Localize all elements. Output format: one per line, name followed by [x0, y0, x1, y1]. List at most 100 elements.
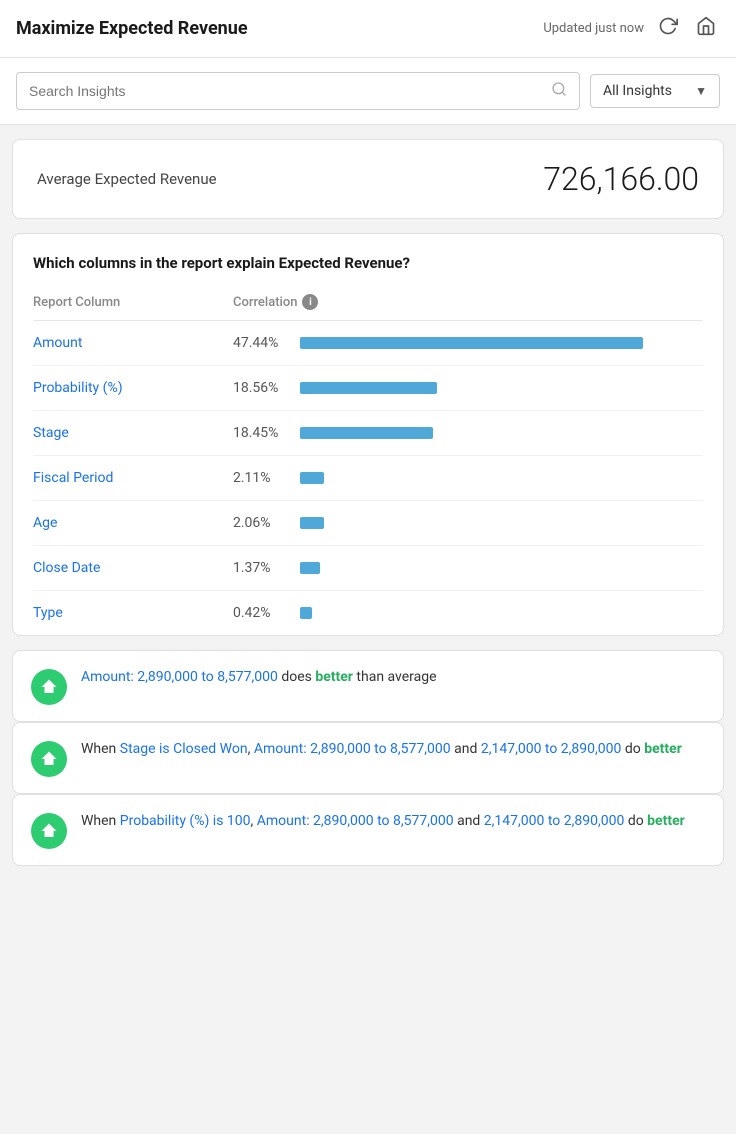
bar-container — [300, 517, 703, 529]
bar-fill — [300, 427, 433, 439]
correlation-content: Which columns in the report explain Expe… — [13, 234, 723, 635]
avg-revenue-value: 726,166.00 — [543, 160, 699, 198]
avg-revenue-content: Average Expected Revenue 726,166.00 — [13, 140, 723, 218]
correlation-rows: Amount47.44%Probability (%)18.56%Stage18… — [33, 321, 703, 635]
insight-plain-text: When — [81, 813, 120, 829]
insight-card: When Probability (%) is 100, Amount: 2,8… — [12, 794, 724, 866]
info-icon[interactable]: i — [302, 294, 318, 310]
row-percent: 2.06% — [233, 515, 288, 531]
insight-better: better — [315, 669, 353, 685]
bar-fill — [300, 562, 320, 574]
row-percent: 2.11% — [233, 470, 288, 486]
table-row: Probability (%)18.56% — [33, 366, 703, 411]
chevron-down-icon: ▼ — [695, 84, 707, 98]
insight-link[interactable]: 2,147,000 to 2,890,000 — [481, 741, 622, 757]
search-input[interactable] — [29, 83, 543, 99]
correlation-title: Which columns in the report explain Expe… — [33, 254, 703, 272]
filter-label: All Insights — [603, 83, 672, 99]
insight-link[interactable]: Amount: 2,890,000 to 8,577,000 — [81, 669, 278, 685]
insight-text: Amount: 2,890,000 to 8,577,000 does bett… — [81, 667, 437, 688]
insight-link[interactable]: Stage is Closed Won — [120, 741, 248, 757]
insight-card: Amount: 2,890,000 to 8,577,000 does bett… — [12, 650, 724, 722]
filter-dropdown[interactable]: All Insights ▼ — [590, 74, 720, 108]
arrow-up-icon — [40, 678, 58, 696]
row-name[interactable]: Age — [33, 515, 233, 531]
bar-container — [300, 472, 703, 484]
refresh-button[interactable] — [654, 14, 682, 43]
main-content: Average Expected Revenue 726,166.00 Whic… — [0, 125, 736, 880]
search-area: All Insights ▼ — [0, 58, 736, 125]
correlation-card: Which columns in the report explain Expe… — [12, 233, 724, 636]
row-name[interactable]: Probability (%) — [33, 380, 233, 396]
table-header: Report Column Correlation i — [33, 288, 703, 321]
bar-container — [300, 337, 703, 349]
insight-plain-text: does — [278, 669, 315, 685]
table-row: Type0.42% — [33, 591, 703, 635]
table-row: Age2.06% — [33, 501, 703, 546]
table-row: Fiscal Period2.11% — [33, 456, 703, 501]
insight-plain-text: do — [624, 813, 647, 829]
row-stats: 0.42% — [233, 605, 703, 621]
row-stats: 18.56% — [233, 380, 703, 396]
row-name[interactable]: Close Date — [33, 560, 233, 576]
insight-plain-text: do — [621, 741, 644, 757]
insight-plain-text: than average — [353, 669, 437, 685]
bar-container — [300, 607, 703, 619]
bar-container — [300, 382, 703, 394]
avg-revenue-label: Average Expected Revenue — [37, 170, 217, 188]
bar-fill — [300, 517, 324, 529]
app-header: Maximize Expected Revenue Updated just n… — [0, 0, 736, 58]
row-name[interactable]: Type — [33, 605, 233, 621]
row-stats: 47.44% — [233, 335, 703, 351]
row-stats: 2.06% — [233, 515, 703, 531]
insight-link[interactable]: Amount: 2,890,000 to 8,577,000 — [254, 741, 451, 757]
insight-text: When Stage is Closed Won, Amount: 2,890,… — [81, 739, 682, 760]
row-percent: 18.45% — [233, 425, 288, 441]
row-name[interactable]: Stage — [33, 425, 233, 441]
bar-fill — [300, 607, 312, 619]
insight-card-inner: When Stage is Closed Won, Amount: 2,890,… — [13, 723, 723, 793]
row-stats: 2.11% — [233, 470, 703, 486]
row-stats: 1.37% — [233, 560, 703, 576]
insight-card: When Stage is Closed Won, Amount: 2,890,… — [12, 722, 724, 794]
insight-link[interactable]: 2,147,000 to 2,890,000 — [484, 813, 625, 829]
insight-plain-text: and — [454, 813, 484, 829]
arrow-up-icon — [40, 822, 58, 840]
updated-label: Updated just now — [543, 21, 644, 36]
row-percent: 47.44% — [233, 335, 288, 351]
insight-text: When Probability (%) is 100, Amount: 2,8… — [81, 811, 685, 832]
insight-plain-text: and — [451, 741, 481, 757]
row-name[interactable]: Fiscal Period — [33, 470, 233, 486]
insight-better: better — [644, 741, 682, 757]
bar-container — [300, 562, 703, 574]
avg-revenue-card: Average Expected Revenue 726,166.00 — [12, 139, 724, 219]
insight-icon — [31, 813, 67, 849]
insight-card-inner: Amount: 2,890,000 to 8,577,000 does bett… — [13, 651, 723, 721]
row-percent: 18.56% — [233, 380, 288, 396]
row-stats: 18.45% — [233, 425, 703, 441]
arrow-up-icon — [40, 750, 58, 768]
insight-link[interactable]: Amount: 2,890,000 to 8,577,000 — [257, 813, 454, 829]
table-row: Amount47.44% — [33, 321, 703, 366]
bar-fill — [300, 337, 643, 349]
search-wrapper[interactable] — [16, 72, 580, 110]
insight-card-inner: When Probability (%) is 100, Amount: 2,8… — [13, 795, 723, 865]
col-correlation-header: Correlation i — [233, 294, 703, 310]
insight-icon — [31, 741, 67, 777]
home-button[interactable] — [692, 14, 720, 43]
insight-cards-container: Amount: 2,890,000 to 8,577,000 does bett… — [12, 650, 724, 866]
table-row: Stage18.45% — [33, 411, 703, 456]
home-icon — [696, 16, 716, 36]
row-name[interactable]: Amount — [33, 335, 233, 351]
refresh-icon — [658, 16, 678, 36]
row-percent: 1.37% — [233, 560, 288, 576]
insight-plain-text: When — [81, 741, 120, 757]
insight-better: better — [647, 813, 685, 829]
col-report-header: Report Column — [33, 295, 233, 310]
search-icon — [551, 81, 567, 101]
page-title: Maximize Expected Revenue — [16, 18, 248, 39]
bar-container — [300, 427, 703, 439]
insight-link[interactable]: Probability (%) is 100 — [120, 813, 251, 829]
bar-fill — [300, 382, 437, 394]
bar-fill — [300, 472, 324, 484]
